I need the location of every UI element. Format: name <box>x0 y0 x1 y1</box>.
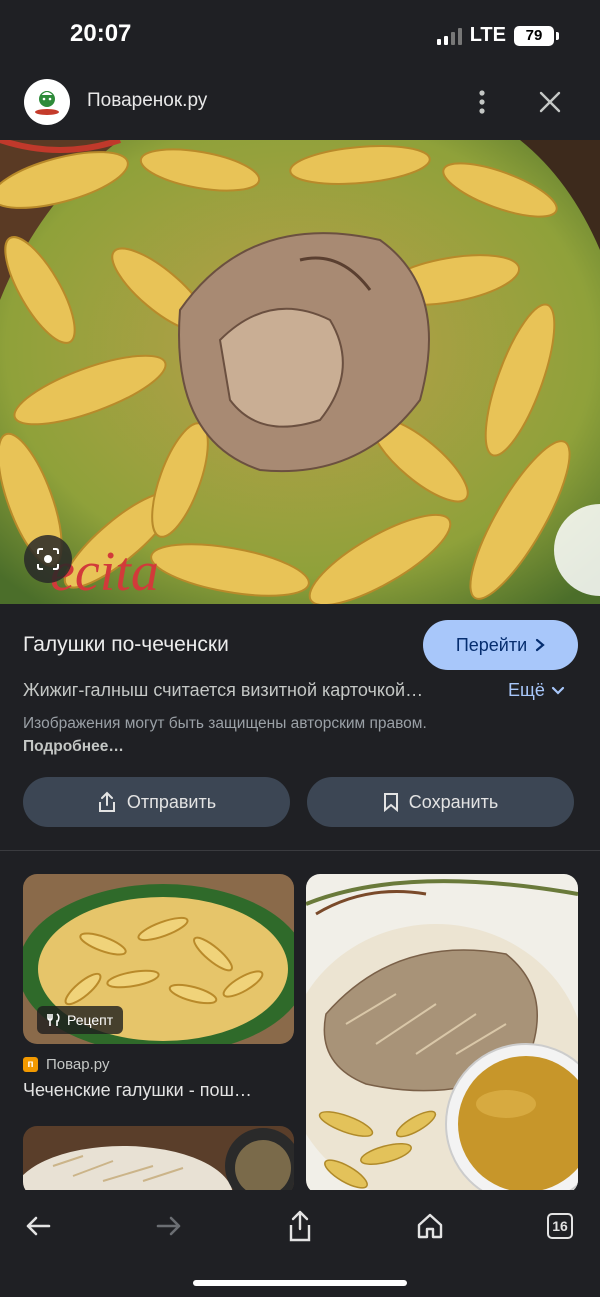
home-icon[interactable] <box>408 1204 452 1248</box>
visit-button-label: Перейти <box>455 634 528 655</box>
hero-image[interactable]: ecita <box>0 140 600 604</box>
related-source-name: Повар.ру <box>46 1056 110 1073</box>
back-icon[interactable] <box>16 1204 60 1248</box>
result-title: Галушки по-чеченски <box>23 633 229 656</box>
home-indicator[interactable] <box>193 1280 407 1286</box>
povar-favicon-icon: п <box>23 1057 38 1072</box>
related-title-1[interactable]: Чеченские галушки - пош… <box>23 1080 288 1101</box>
related-image-1[interactable]: Рецепт <box>23 874 294 1044</box>
network-type: LTE <box>469 24 506 46</box>
tab-count: 16 <box>547 1213 573 1239</box>
status-bar: 20:07 LTE 79 <box>0 0 600 64</box>
learn-more-link[interactable]: Подробнее… <box>23 738 124 755</box>
fork-knife-icon <box>47 1013 60 1026</box>
share-button-label: Отправить <box>126 791 217 812</box>
signal-icon <box>436 27 462 45</box>
close-icon[interactable] <box>534 86 566 118</box>
share-page-icon[interactable] <box>278 1204 322 1248</box>
save-button-label: Сохранить <box>408 791 499 812</box>
share-button[interactable]: Отправить <box>23 777 290 827</box>
battery-icon: 79 <box>514 25 559 46</box>
copyright-notice: Изображения могут быть защищены авторски… <box>23 712 443 758</box>
tabs-button[interactable]: 16 <box>538 1204 582 1248</box>
forward-icon[interactable] <box>147 1204 191 1248</box>
recipe-badge: Рецепт <box>37 1006 124 1034</box>
site-logo-icon[interactable] <box>24 79 70 125</box>
chevron-right-icon <box>536 638 545 652</box>
result-description: Жижиг-галныш считается визитной карточко… <box>23 680 424 700</box>
copyright-text: Изображения могут быть защищены авторски… <box>23 715 427 732</box>
source-header: Поваренок.ру <box>0 64 600 140</box>
status-time: 20:07 <box>70 20 132 47</box>
lens-search-icon[interactable] <box>24 535 72 583</box>
visit-button[interactable]: Перейти <box>423 620 578 670</box>
related-image-3[interactable] <box>23 1126 294 1196</box>
recipe-badge-label: Рецепт <box>67 1012 114 1028</box>
divider <box>0 850 600 851</box>
bookmark-icon <box>383 793 398 812</box>
more-link-label: Ещё <box>508 680 545 700</box>
share-icon <box>98 791 115 812</box>
site-name[interactable]: Поваренок.ру <box>87 90 207 112</box>
related-source-1: п Повар.ру <box>23 1056 109 1073</box>
chevron-down-icon <box>551 686 564 695</box>
more-link[interactable]: Ещё <box>508 680 565 701</box>
related-image-2[interactable] <box>306 874 578 1194</box>
more-options-icon[interactable] <box>468 86 496 118</box>
status-indicators: LTE 79 <box>436 24 559 47</box>
save-button[interactable]: Сохранить <box>307 777 574 827</box>
